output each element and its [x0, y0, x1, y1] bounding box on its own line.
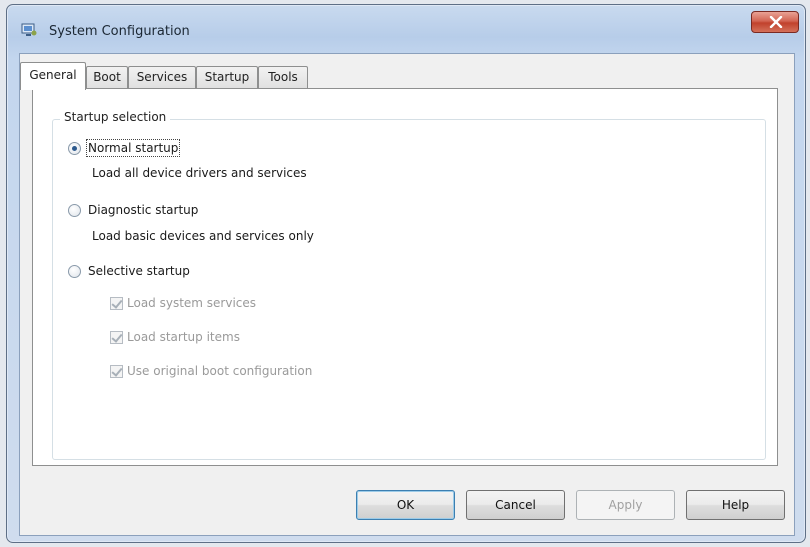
use-original-boot-configuration-checkbox[interactable]: Use original boot configuration: [110, 364, 312, 378]
selective-startup-label[interactable]: Selective startup: [88, 264, 190, 278]
diagnostic-startup-label[interactable]: Diagnostic startup: [88, 203, 198, 217]
window-title: System Configuration: [49, 24, 190, 39]
tab-tools[interactable]: Tools: [258, 66, 308, 88]
normal-startup-description: Load all device drivers and services: [92, 166, 307, 180]
close-icon: [769, 16, 783, 28]
load-system-services-label: Load system services: [127, 296, 257, 310]
checkbox-checked-disabled[interactable]: [110, 296, 123, 310]
group-label: Startup selection: [60, 110, 171, 124]
normal-startup-label[interactable]: Normal startup: [85, 139, 181, 157]
tab-general[interactable]: General: [20, 62, 86, 90]
checkbox-checked-disabled[interactable]: [110, 330, 123, 344]
radio-button[interactable]: [68, 264, 81, 278]
diagnostic-startup-radio[interactable]: Diagnostic startup: [68, 203, 198, 217]
tab-startup[interactable]: Startup: [196, 66, 258, 88]
tab-services[interactable]: Services: [128, 66, 196, 88]
diagnostic-startup-description: Load basic devices and services only: [92, 229, 314, 243]
load-system-services-checkbox[interactable]: Load system services: [110, 296, 256, 310]
tab-boot[interactable]: Boot: [86, 66, 128, 88]
apply-button[interactable]: Apply: [576, 490, 675, 520]
checkbox-checked-disabled[interactable]: [110, 364, 123, 378]
cancel-button[interactable]: Cancel: [466, 490, 565, 520]
radio-button-checked[interactable]: [68, 141, 81, 155]
normal-startup-radio[interactable]: Normal startup: [68, 139, 181, 157]
help-button[interactable]: Help: [686, 490, 785, 520]
radio-button[interactable]: [68, 203, 81, 217]
load-startup-items-label: Load startup items: [127, 330, 240, 344]
selective-startup-radio[interactable]: Selective startup: [68, 264, 190, 278]
system-configuration-icon: [21, 23, 37, 36]
ok-button[interactable]: OK: [356, 490, 455, 520]
close-button[interactable]: [751, 11, 799, 33]
title-bar[interactable]: System Configuration: [7, 5, 805, 53]
load-startup-items-checkbox[interactable]: Load startup items: [110, 330, 240, 344]
use-original-boot-configuration-label: Use original boot configuration: [127, 364, 313, 378]
